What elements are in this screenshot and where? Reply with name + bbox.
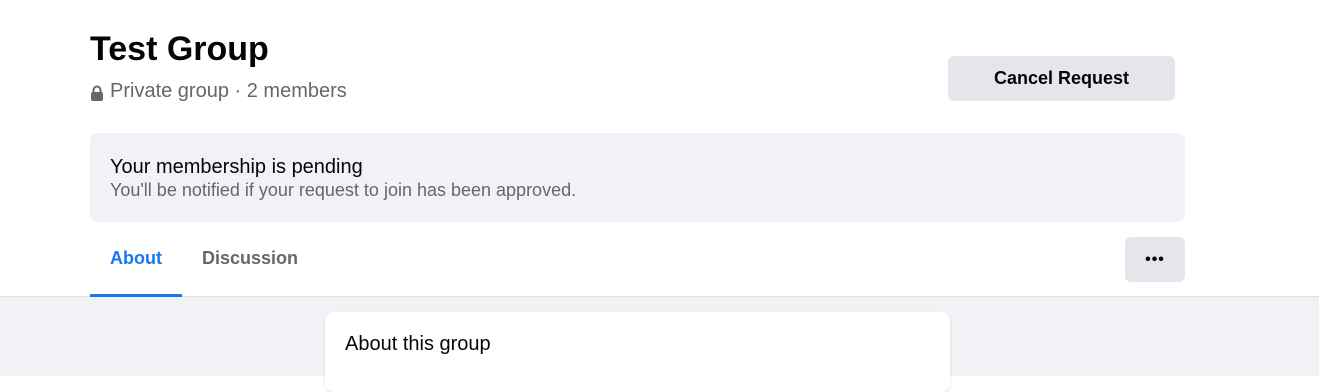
- about-card: About this group: [325, 312, 950, 392]
- membership-pending-notice: Your membership is pending You'll be not…: [90, 133, 1185, 222]
- tab-discussion[interactable]: Discussion: [182, 237, 318, 297]
- about-card-title: About this group: [345, 333, 491, 355]
- more-horizontal-icon: •••: [1145, 250, 1165, 268]
- pending-title: Your membership is pending: [110, 156, 363, 178]
- group-tabs: About Discussion: [90, 237, 318, 297]
- lock-icon: [90, 82, 104, 101]
- content-area: About this group: [0, 297, 1319, 392]
- more-options-button[interactable]: •••: [1125, 237, 1185, 282]
- tab-about[interactable]: About: [90, 237, 182, 297]
- group-meta-text: Private group · 2 members: [110, 80, 347, 102]
- cancel-request-button[interactable]: Cancel Request: [948, 56, 1175, 101]
- pending-subtitle: You'll be notified if your request to jo…: [110, 180, 577, 200]
- group-meta: Private group · 2 members: [90, 78, 347, 104]
- group-title: Test Group: [90, 30, 269, 68]
- group-header: Test Group Private group · 2 members Can…: [0, 0, 1319, 297]
